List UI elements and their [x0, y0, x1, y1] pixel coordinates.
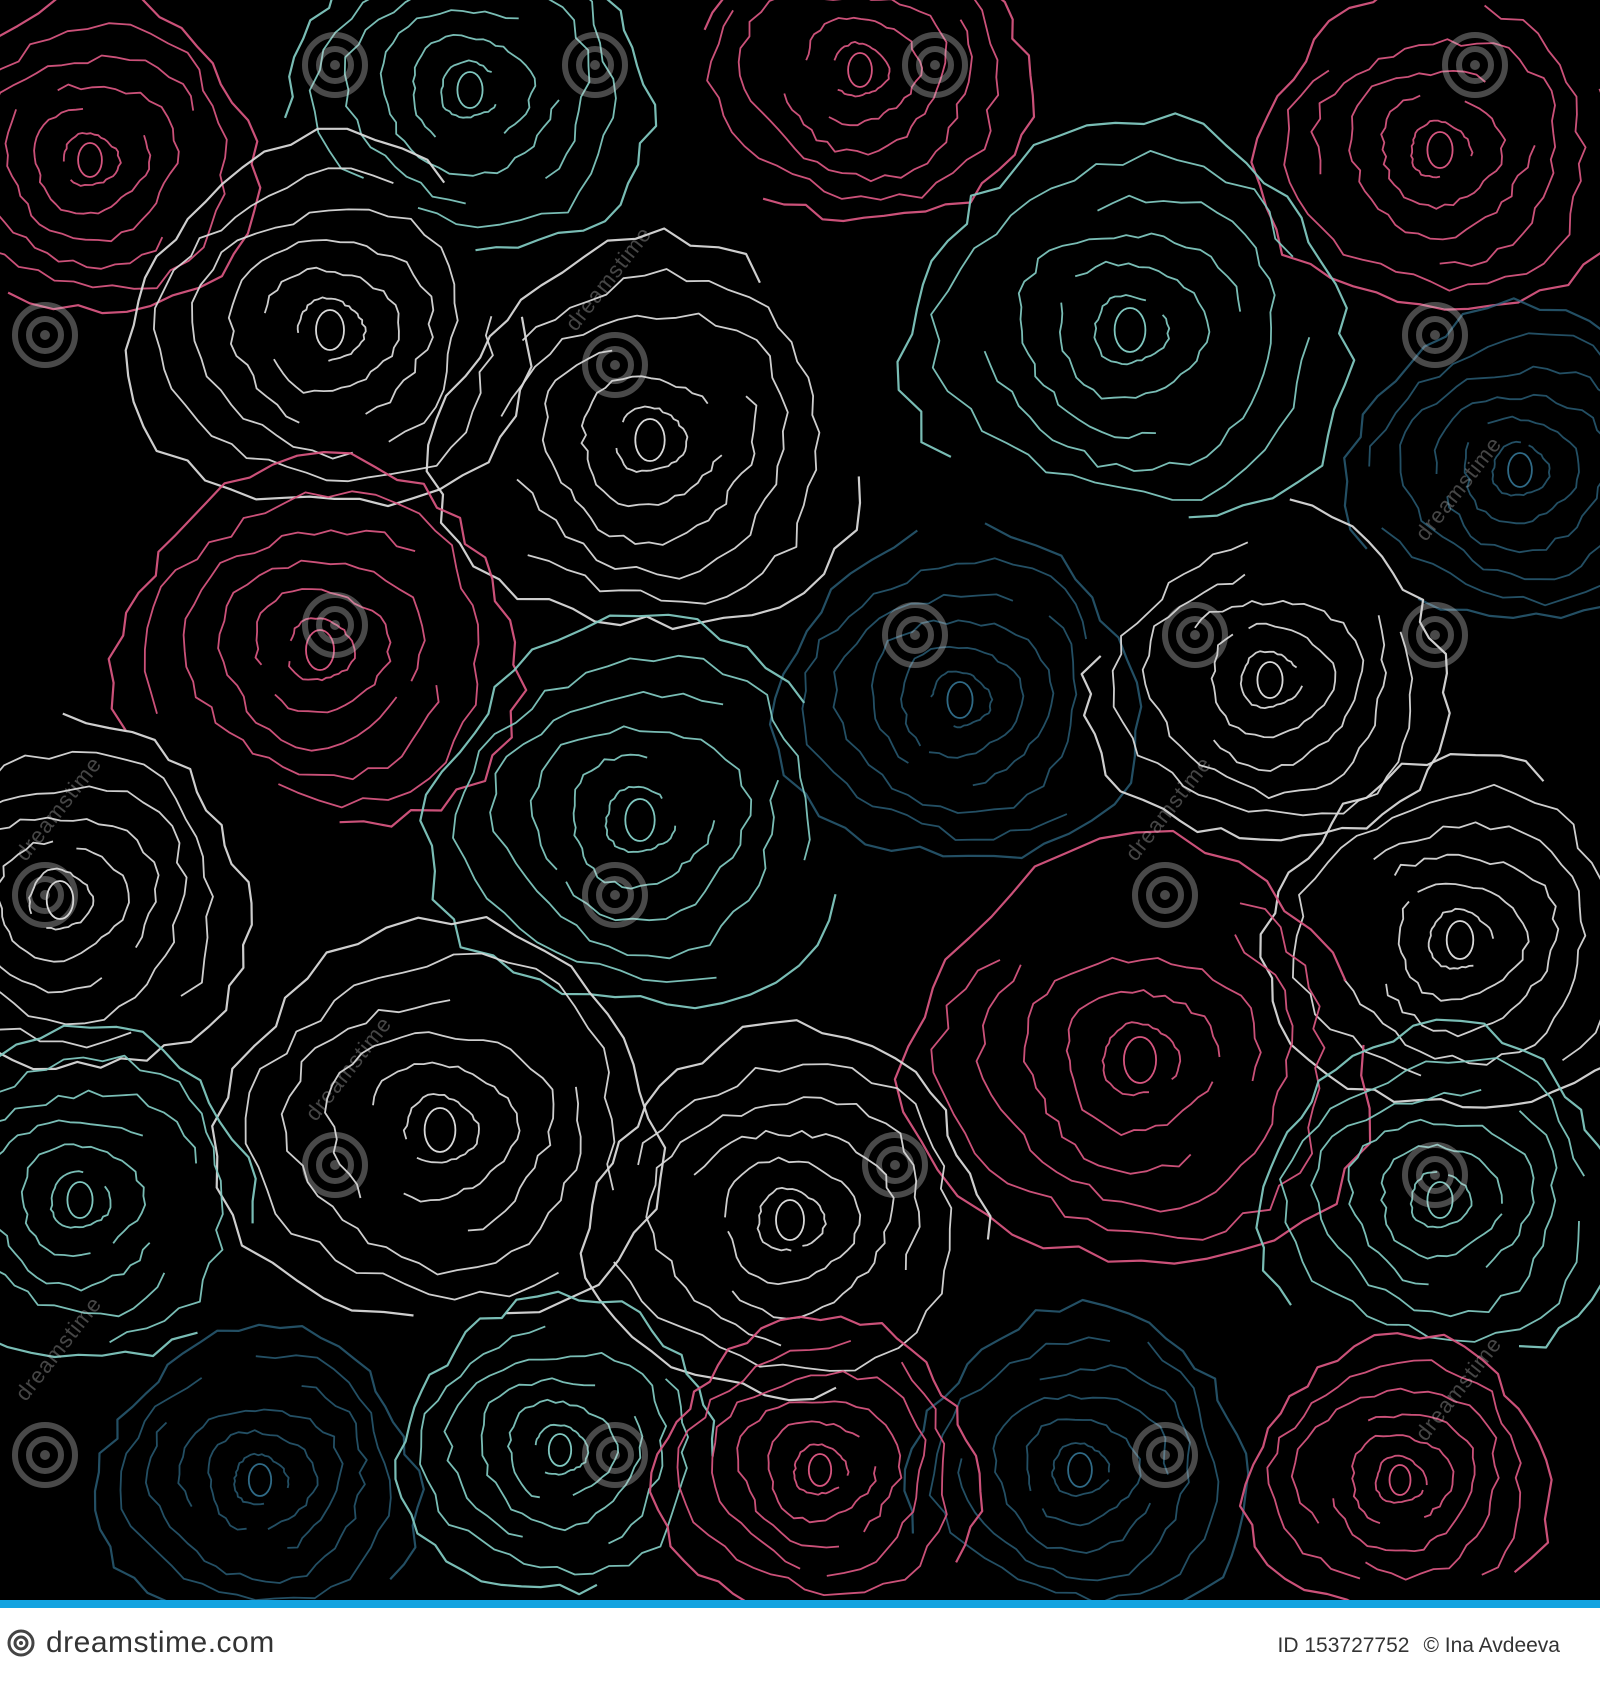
rose-outline — [283, 0, 658, 252]
rose-outline — [1255, 1018, 1600, 1349]
rose-outline — [579, 1019, 992, 1402]
rose-outline — [1080, 498, 1451, 842]
rose-outline — [419, 613, 837, 1010]
rose-outline — [648, 1315, 984, 1600]
rose-outline — [1250, 0, 1600, 311]
rose-outline — [93, 1323, 425, 1600]
rose-outline — [768, 522, 1143, 860]
rose-outline — [107, 451, 528, 828]
spiral-icon — [0, 1622, 42, 1664]
rose-outline — [394, 1290, 716, 1596]
rose-outline — [124, 127, 533, 508]
rose-outline — [1238, 1332, 1553, 1600]
image-id: ID 153727752 — [1277, 1634, 1410, 1657]
image-author: © Ina Avdeeva — [1423, 1634, 1560, 1657]
rose-outline — [903, 1298, 1250, 1600]
rose-pattern-svg — [0, 0, 1600, 1600]
image-meta: ID 153727752 © Ina Avdeeva — [1278, 1634, 1560, 1658]
rose-outline — [211, 916, 667, 1317]
rose-outline — [0, 712, 253, 1071]
stock-footer-bar: dreamstime.com ID 153727752 © Ina Avdeeva — [0, 1600, 1600, 1690]
rose-pattern-artwork: dreamstime dreamstime dreamstime dreamstime… — [0, 0, 1600, 1600]
footer-brand[interactable]: dreamstime.com — [0, 1622, 275, 1664]
rose-outline — [1343, 297, 1600, 620]
rose-outline — [896, 112, 1356, 519]
rose-outline — [0, 1024, 257, 1359]
rose-outline — [703, 0, 1036, 223]
rose-outline — [0, 0, 262, 315]
brand-text: dreamstime.com — [46, 1626, 275, 1659]
rose-outline — [425, 227, 862, 631]
